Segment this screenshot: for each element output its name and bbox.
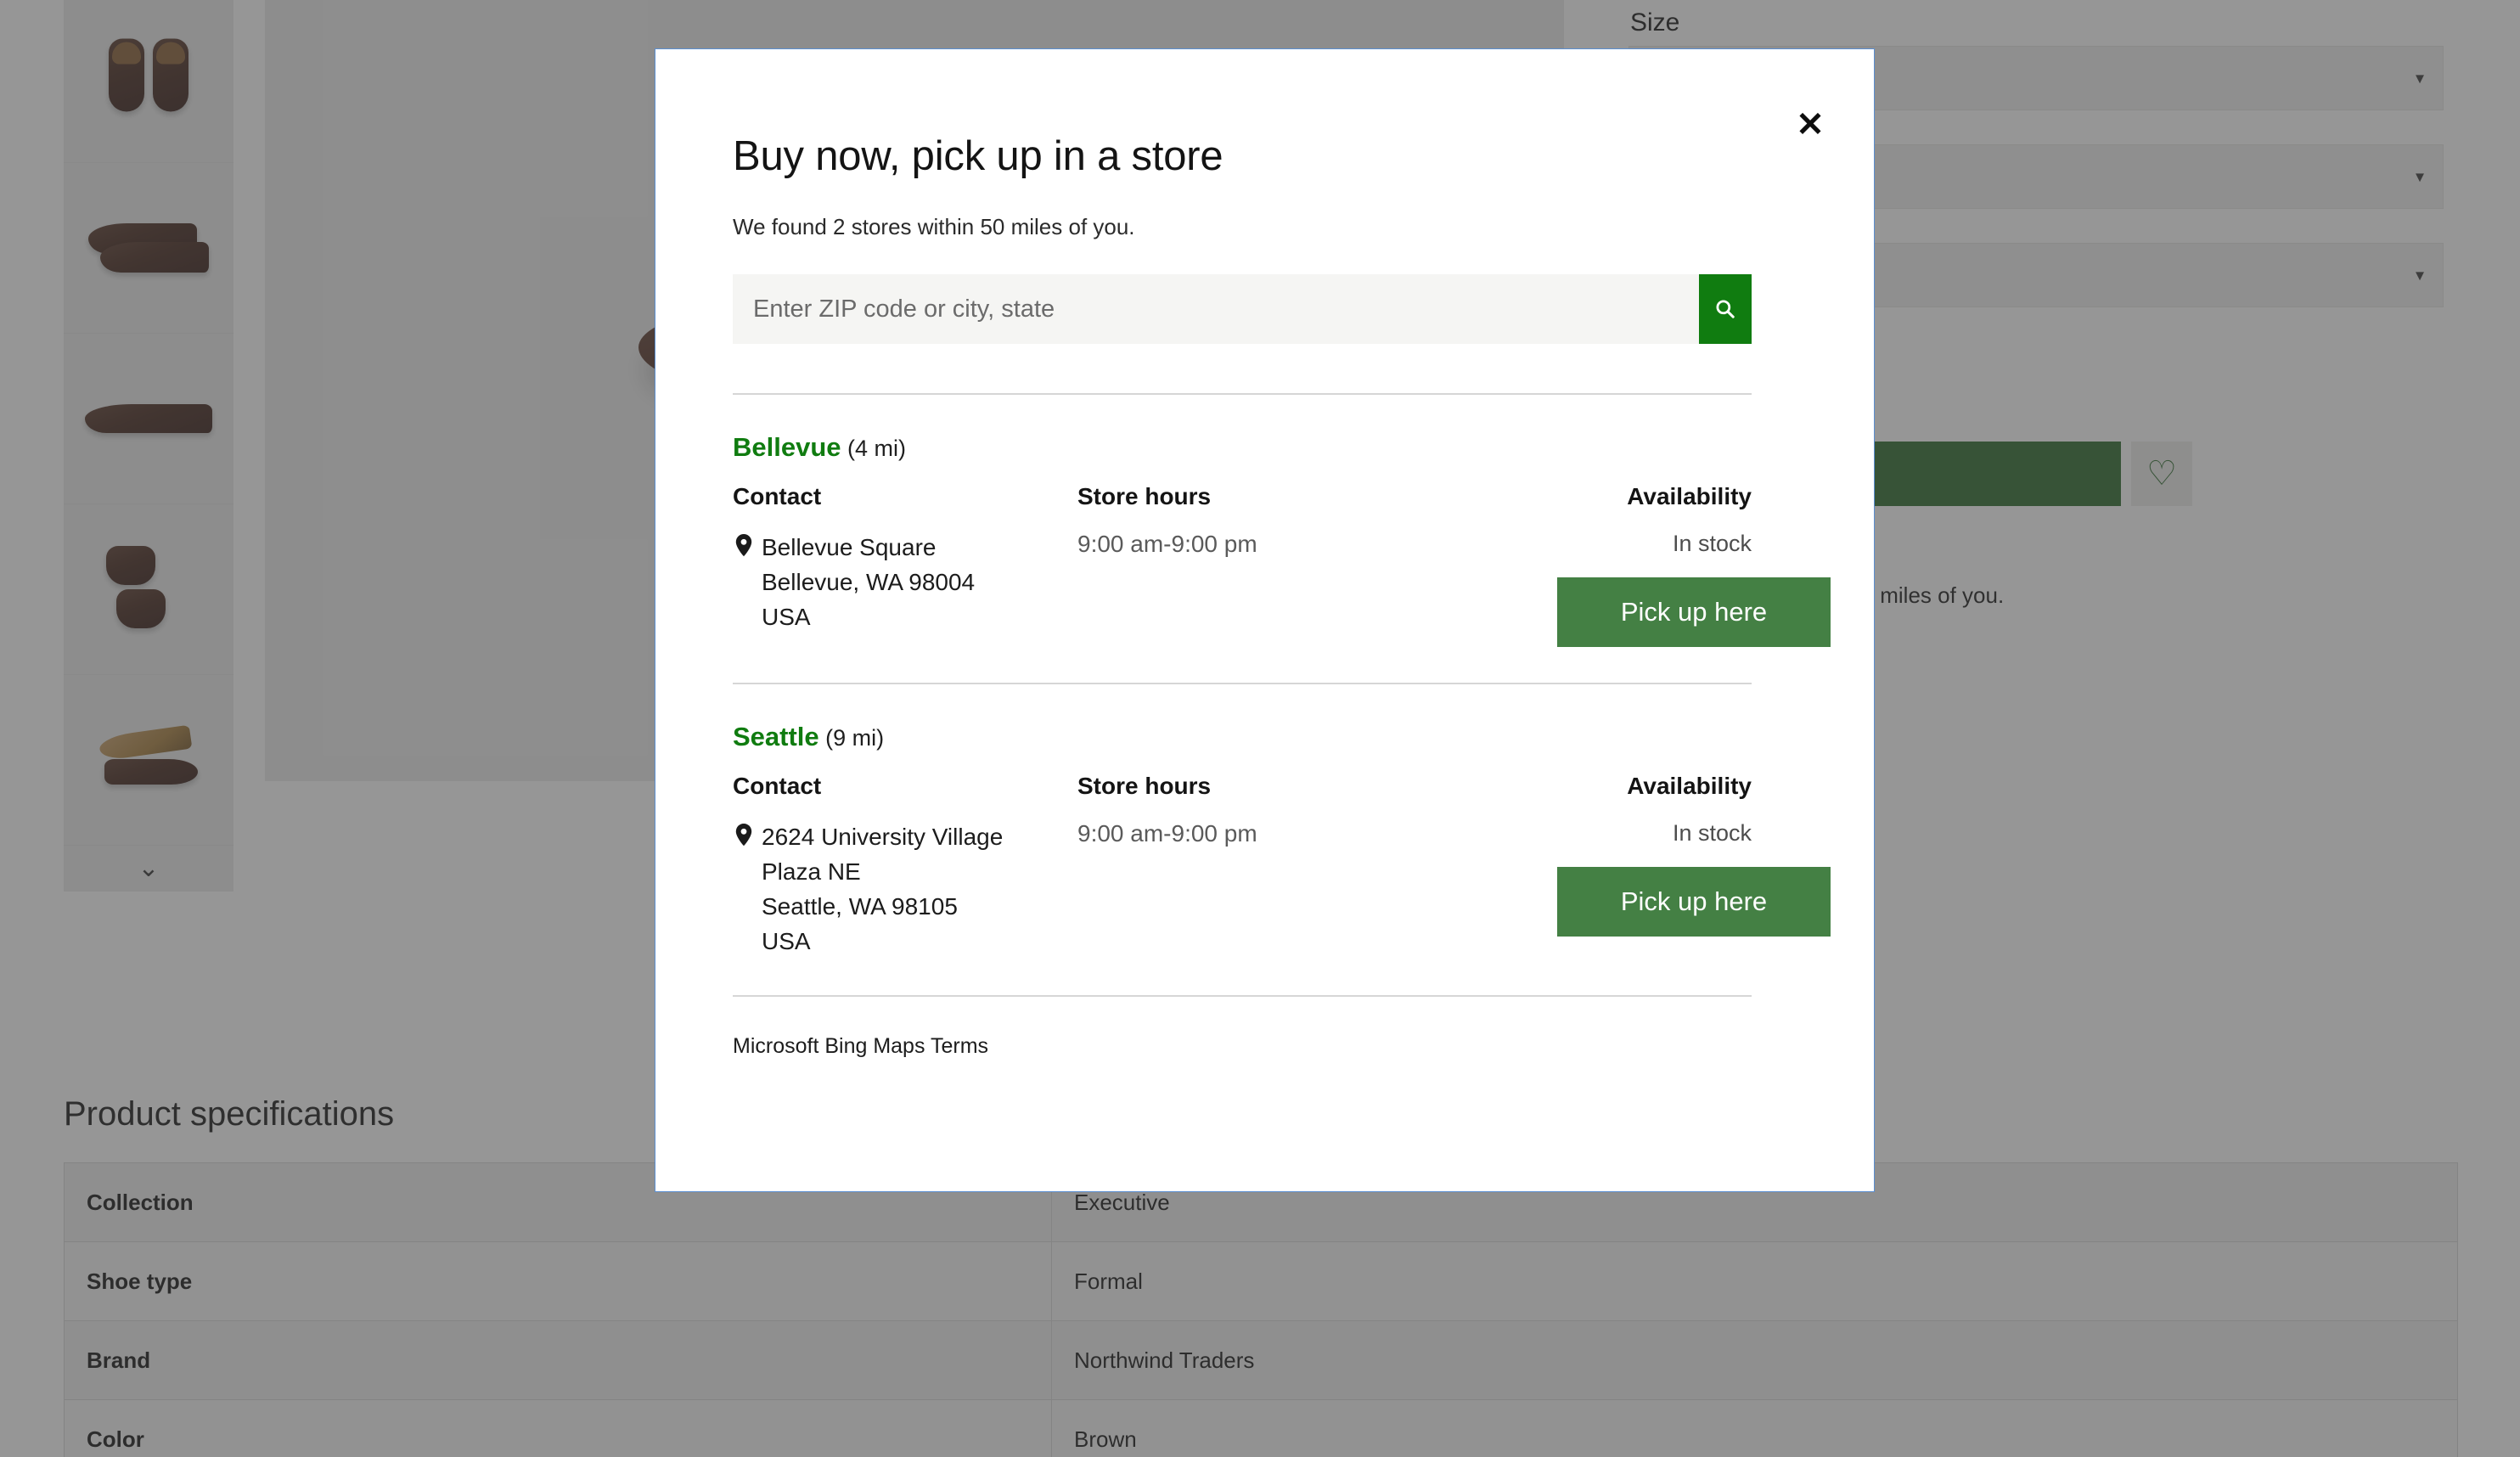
- store-hours-value: 9:00 am-9:00 pm: [1077, 820, 1257, 847]
- modal-subtitle: We found 2 stores within 50 miles of you…: [733, 214, 1135, 239]
- pick-up-here-button[interactable]: Pick up here: [1557, 867, 1831, 937]
- store-distance: (9 mi): [818, 725, 885, 751]
- modal-title: Buy now, pick up in a store: [733, 133, 1223, 179]
- store-result-item: Seattle (9 mi) Contact Store hours Availabi…: [733, 722, 1831, 959]
- store-hours-value: 9:00 am-9:00 pm: [1077, 531, 1257, 557]
- map-pin-icon: [735, 534, 752, 557]
- divider: [733, 393, 1752, 395]
- column-header-availability: Availability: [1627, 483, 1752, 509]
- column-header-availability: Availability: [1627, 773, 1752, 799]
- address-line: Bellevue, WA 98004: [762, 568, 976, 595]
- close-icon[interactable]: ✕: [1791, 105, 1830, 144]
- address-line: USA: [762, 927, 811, 954]
- store-detail-grid: Contact Store hours Availability 2624 Unive…: [733, 773, 1831, 959]
- column-header-store-hours: Store hours: [1077, 773, 1212, 799]
- map-pin-icon: [733, 820, 762, 959]
- address-line: Bellevue Square: [762, 534, 937, 560]
- address-line: USA: [762, 603, 811, 630]
- column-header-contact: Contact: [733, 483, 822, 509]
- column-header-contact: Contact: [733, 773, 822, 799]
- map-pin-icon: [735, 824, 752, 847]
- store-result-item: Bellevue (4 mi) Contact Store hours Availab…: [733, 432, 1831, 684]
- divider: [733, 994, 1752, 997]
- store-availability-cell: In stock Pick up here: [1557, 531, 1831, 647]
- address-line: Seattle, WA 98105: [762, 892, 958, 920]
- store-address-text: 2624 University Village Plaza NE Seattle, …: [762, 820, 1003, 959]
- store-name-row: Seattle (9 mi): [733, 722, 1752, 752]
- address-line: 2624 University Village: [762, 824, 1004, 850]
- store-availability-cell: In stock Pick up here: [1557, 820, 1831, 959]
- status-badge: In stock: [1672, 820, 1752, 846]
- store-address: 2624 University Village Plaza NE Seattle, …: [733, 820, 1077, 959]
- store-detail-grid: Contact Store hours Availability Bellevue S…: [733, 483, 1831, 647]
- store-distance: (4 mi): [841, 436, 907, 461]
- status-badge: In stock: [1672, 531, 1752, 556]
- store-search-row: [733, 274, 1752, 344]
- store-city: Bellevue: [733, 432, 841, 462]
- store-address-text: Bellevue Square Bellevue, WA 98004 USA: [762, 531, 975, 647]
- store-pickup-modal: ✕ Buy now, pick up in a store We found 2…: [655, 48, 1875, 1192]
- address-line: Plaza NE: [762, 858, 861, 885]
- zip-search-input[interactable]: [733, 274, 1699, 344]
- divider: [733, 683, 1752, 684]
- bing-maps-terms-link[interactable]: Microsoft Bing Maps Terms: [733, 1034, 1799, 1059]
- store-results-list: Bellevue (4 mi) Contact Store hours Availab…: [733, 432, 1831, 959]
- search-icon: [1716, 300, 1735, 318]
- search-button[interactable]: [1699, 274, 1752, 344]
- store-city: Seattle: [733, 722, 819, 751]
- store-address: Bellevue Square Bellevue, WA 98004 USA: [733, 531, 1077, 647]
- store-name-row: Bellevue (4 mi): [733, 432, 1752, 463]
- map-pin-icon: [733, 531, 762, 647]
- column-header-store-hours: Store hours: [1077, 483, 1212, 509]
- pick-up-here-button[interactable]: Pick up here: [1557, 577, 1831, 647]
